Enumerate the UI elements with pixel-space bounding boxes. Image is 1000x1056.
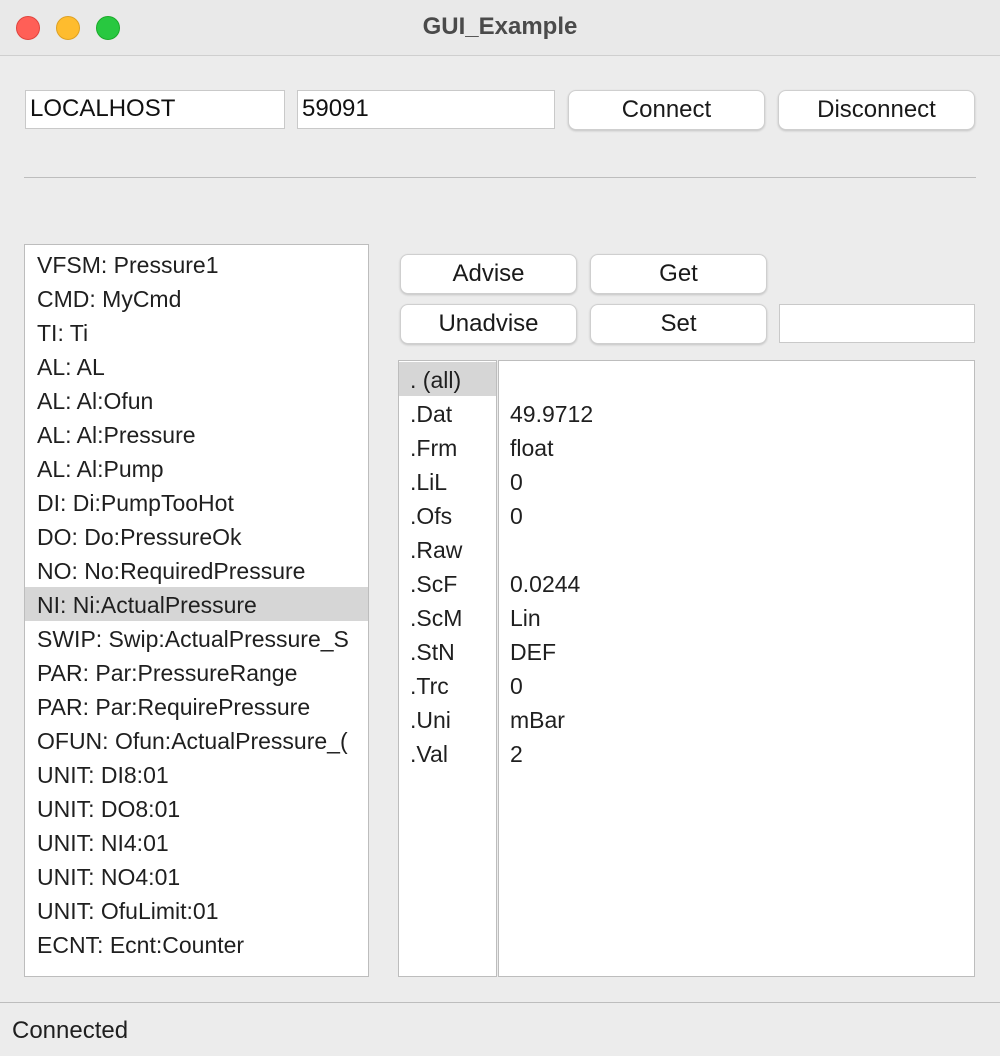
get-button[interactable]: Get: [590, 254, 767, 294]
property-value: Lin: [510, 605, 541, 631]
list-item[interactable]: CMD: MyCmd: [25, 281, 368, 315]
property-value: 0: [510, 469, 523, 495]
property-value: float: [510, 435, 554, 461]
item-list[interactable]: VFSM: Pressure1 CMD: MyCmd TI: Ti AL: AL AL:…: [24, 244, 369, 977]
disconnect-button[interactable]: Disconnect: [778, 90, 975, 130]
property-item[interactable]: .Uni: [399, 702, 496, 736]
property-item[interactable]: .StN: [399, 634, 496, 668]
list-item[interactable]: UNIT: NO4:01: [25, 859, 368, 893]
property-item[interactable]: .LiL: [399, 464, 496, 498]
list-item[interactable]: UNIT: DO8:01: [25, 791, 368, 825]
port-input[interactable]: 59091: [297, 90, 555, 129]
value-list[interactable]: 49.9712 float 0 0 0.0244 Lin DEF 0 mBar 2: [498, 360, 975, 977]
list-item[interactable]: AL: Al:Ofun: [25, 383, 368, 417]
property-list[interactable]: . (all) .Dat .Frm .LiL .Ofs .Raw .ScF .ScM .StN.…: [398, 360, 497, 977]
separator: [24, 177, 976, 178]
list-item[interactable]: DO: Do:PressureOk: [25, 519, 368, 553]
title-bar: GUI_Example: [0, 0, 1000, 56]
host-input[interactable]: LOCALHOST: [25, 90, 285, 129]
connect-button[interactable]: Connect: [568, 90, 765, 130]
list-item[interactable]: AL: Al:Pressure: [25, 417, 368, 451]
list-item[interactable]: PAR: Par:PressureRange: [25, 655, 368, 689]
property-value: [499, 362, 974, 396]
list-item[interactable]: AL: Al:Pump: [25, 451, 368, 485]
property-item[interactable]: .Trc: [399, 668, 496, 702]
set-button[interactable]: Set: [590, 304, 767, 344]
list-item[interactable]: AL: AL: [25, 349, 368, 383]
property-value: 0.0244: [510, 571, 581, 597]
list-item[interactable]: TI: Ti: [25, 315, 368, 349]
list-item[interactable]: VFSM: Pressure1: [25, 247, 368, 281]
property-item[interactable]: .ScF: [399, 566, 496, 600]
list-item[interactable]: NO: No:RequiredPressure: [25, 553, 368, 587]
list-item[interactable]: NI: Ni:ActualPressure: [25, 587, 368, 621]
list-item[interactable]: ECNT: Ecnt:Counter: [25, 927, 368, 961]
list-item[interactable]: UNIT: OfuLimit:01: [25, 893, 368, 927]
property-item[interactable]: .ScM: [399, 600, 496, 634]
property-item[interactable]: .Val: [399, 736, 496, 770]
status-text: Connected: [12, 1017, 129, 1044]
property-item[interactable]: .Raw: [399, 532, 496, 566]
property-value: 2: [510, 741, 523, 767]
property-value: 49.9712: [510, 401, 594, 427]
window-title: GUI_Example: [422, 13, 578, 40]
status-bar: Connected: [0, 1002, 1000, 1056]
list-item[interactable]: UNIT: DI8:01: [25, 757, 368, 791]
property-value: 0: [510, 503, 523, 529]
property-value: DEF: [510, 639, 556, 665]
list-item[interactable]: DI: Di:PumpTooHot: [25, 485, 368, 519]
property-value: 0: [510, 673, 523, 699]
property-item[interactable]: .Frm: [399, 430, 496, 464]
set-value-input[interactable]: [779, 304, 975, 343]
list-item[interactable]: PAR: Par:RequirePressure: [25, 689, 368, 723]
list-item[interactable]: SWIP: Swip:ActualPressure_S: [25, 621, 368, 655]
property-value: mBar: [510, 707, 565, 733]
list-item[interactable]: OFUN: Ofun:ActualPressure_(: [25, 723, 368, 757]
property-value: [499, 532, 974, 566]
advise-button[interactable]: Advise: [400, 254, 577, 294]
property-item[interactable]: .Ofs: [399, 498, 496, 532]
list-item[interactable]: UNIT: NI4:01: [25, 825, 368, 859]
property-item[interactable]: .Dat: [399, 396, 496, 430]
property-item[interactable]: . (all): [399, 362, 496, 396]
unadvise-button[interactable]: Unadvise: [400, 304, 577, 344]
